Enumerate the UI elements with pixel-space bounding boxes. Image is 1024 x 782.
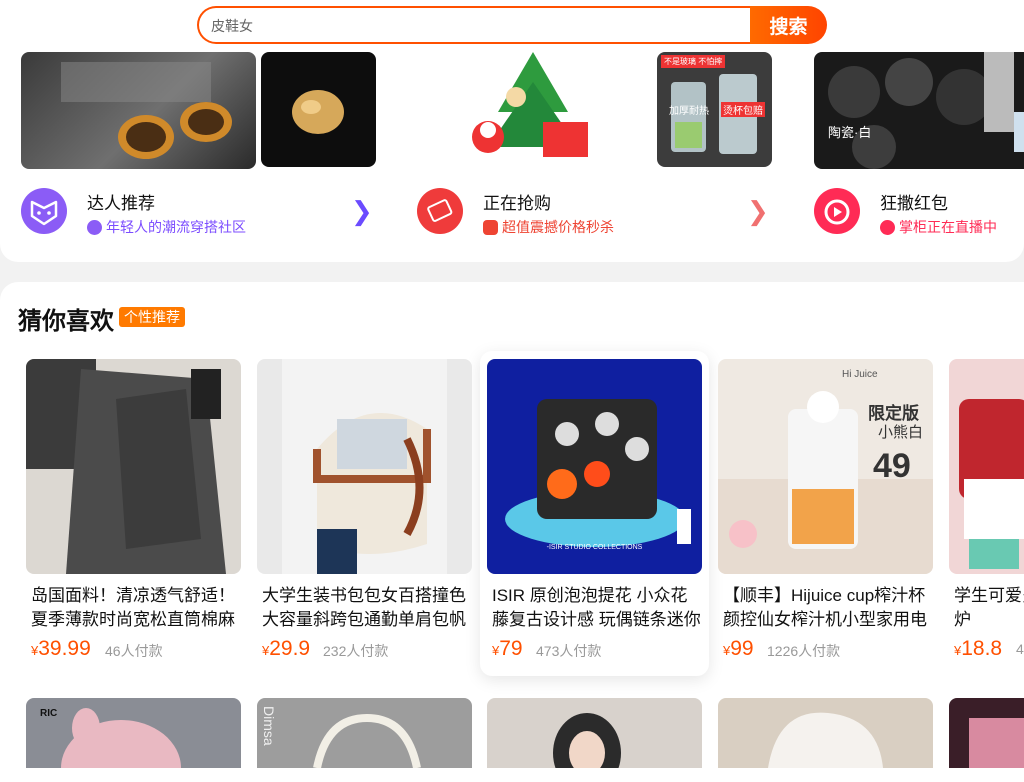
product-image[interactable] bbox=[949, 698, 1024, 768]
product-title[interactable]: ISIR 原创泡泡提花 小众花藤复古设计感 玩偶链条迷你斜 bbox=[492, 584, 702, 632]
product-image[interactable]: Hi Juice 限定版 小熊白 49 bbox=[718, 359, 933, 574]
sunglasses-thumbnail[interactable] bbox=[21, 52, 256, 169]
product-price: ¥79 bbox=[492, 637, 523, 661]
product-image[interactable] bbox=[949, 359, 1024, 574]
product-image[interactable] bbox=[487, 698, 702, 768]
product-image[interactable] bbox=[26, 359, 241, 574]
product-price: ¥29.9 bbox=[262, 637, 310, 661]
live-icon bbox=[814, 188, 860, 234]
price-value: 79 bbox=[499, 637, 523, 660]
price-value: 18.8 bbox=[961, 637, 1003, 660]
jug-label-heat: 加厚耐热 bbox=[669, 106, 709, 117]
product-price: ¥18.8 bbox=[954, 637, 1002, 661]
feature-influencer[interactable]: 达人推荐 年轻人的潮流穿搭社区 ❯ bbox=[21, 186, 381, 238]
product-sold-count: 1226人付款 bbox=[767, 643, 841, 659]
search-bar: 皮鞋女 搜索 bbox=[197, 6, 827, 46]
product-title[interactable]: 大学生装书包包女百搭撞色大容量斜跨包通勤单肩包帆 bbox=[262, 584, 472, 632]
chevron-right-icon[interactable]: ❯ bbox=[351, 196, 373, 227]
juicer-price-tag: 49 bbox=[873, 447, 911, 485]
row2-brand-2: Dimsa bbox=[261, 706, 277, 746]
walnut-thumbnail[interactable] bbox=[261, 52, 376, 167]
product-card[interactable]: 学生可爱多功能饭盒可微波炉 ¥18.8 4 bbox=[949, 359, 1024, 679]
product-image[interactable]: Dimsa bbox=[257, 698, 472, 768]
price-value: 39.99 bbox=[38, 637, 91, 660]
chevron-right-icon[interactable]: ❯ bbox=[747, 196, 769, 227]
jug-promo-label: 不是玻璃 不怕摔 bbox=[661, 55, 726, 68]
christmas-tree-image bbox=[472, 52, 588, 157]
product-image[interactable] bbox=[257, 359, 472, 574]
watch-band-image bbox=[828, 52, 1024, 169]
diamond-icon bbox=[87, 219, 102, 235]
christmas-tree-thumbnail[interactable] bbox=[418, 52, 648, 167]
feature-subtitle-text: 超值震撼价格秒杀 bbox=[502, 219, 614, 235]
search-placeholder: 皮鞋女 bbox=[211, 18, 253, 34]
feature-title: 达人推荐 bbox=[87, 194, 155, 213]
product-title[interactable]: 岛国面料！清凉透气舒适！夏季薄款时尚宽松直筒棉麻 bbox=[31, 584, 241, 632]
feature-subtitle-text: 年轻人的潮流穿搭社区 bbox=[106, 219, 246, 235]
arrow-down-icon bbox=[483, 219, 498, 235]
fox-icon bbox=[21, 188, 67, 234]
heart-icon bbox=[880, 219, 895, 235]
glass-jug-thumbnail[interactable]: 不是玻璃 不怕摔 加厚耐热 烫杯包赔 bbox=[657, 52, 772, 167]
feature-title: 正在抢购 bbox=[483, 194, 551, 213]
price-value: 99 bbox=[730, 637, 754, 660]
search-input[interactable]: 皮鞋女 bbox=[197, 6, 752, 44]
product-sold-count: 46人付款 bbox=[105, 643, 163, 659]
search-button[interactable]: 搜索 bbox=[750, 6, 827, 44]
product-title[interactable]: 【顺丰】Hijuice cup榨汁杯颜控仙女榨汁机小型家用电 bbox=[723, 584, 933, 632]
sunglasses-image bbox=[61, 62, 232, 159]
watch-band-thumbnail[interactable]: 陶瓷·白 bbox=[814, 52, 1024, 169]
watch-band-label: 陶瓷·白 bbox=[828, 125, 872, 140]
product-image[interactable]: RIC bbox=[26, 698, 241, 768]
price-value: 29.9 bbox=[269, 637, 311, 660]
feature-subtitle: 年轻人的潮流穿搭社区 bbox=[87, 217, 246, 237]
juicer-brand: Hi Juice bbox=[842, 369, 878, 380]
personalized-badge: 个性推荐 bbox=[119, 307, 185, 327]
feature-subtitle: 超值震撼价格秒杀 bbox=[483, 217, 614, 237]
product-image[interactable]: -ISIR STUDIO COLLECTIONS bbox=[487, 359, 702, 574]
price-tag-icon bbox=[417, 188, 463, 234]
bag-brand-text: -ISIR STUDIO COLLECTIONS bbox=[546, 544, 643, 551]
product-sold-count: 232人付款 bbox=[323, 643, 389, 659]
feature-flash-sale[interactable]: 正在抢购 超值震撼价格秒杀 ❯ bbox=[417, 186, 777, 238]
row2-brand-1: RIC bbox=[40, 708, 58, 719]
feature-subtitle-text: 掌柜正在直播中 bbox=[899, 219, 997, 235]
product-sold-count: 473人付款 bbox=[536, 643, 602, 659]
jug-label-guarantee: 烫杯包赔 bbox=[721, 102, 765, 117]
product-sold-count: 4 bbox=[1016, 641, 1024, 657]
section-title: 猜你喜欢 bbox=[18, 308, 114, 335]
product-price: ¥39.99 bbox=[31, 637, 91, 661]
feature-red-packet[interactable]: 狂撒红包 掌柜正在直播中 bbox=[814, 186, 1024, 238]
feature-title: 狂撒红包 bbox=[880, 194, 948, 213]
feature-subtitle: 掌柜正在直播中 bbox=[880, 217, 997, 237]
product-title[interactable]: 学生可爱多功能饭盒可微波炉 bbox=[954, 584, 1024, 632]
walnut-image bbox=[292, 90, 344, 134]
product-price: ¥99 bbox=[723, 637, 754, 661]
product-image[interactable] bbox=[718, 698, 933, 768]
juicer-sub: 小熊白 bbox=[878, 424, 924, 441]
